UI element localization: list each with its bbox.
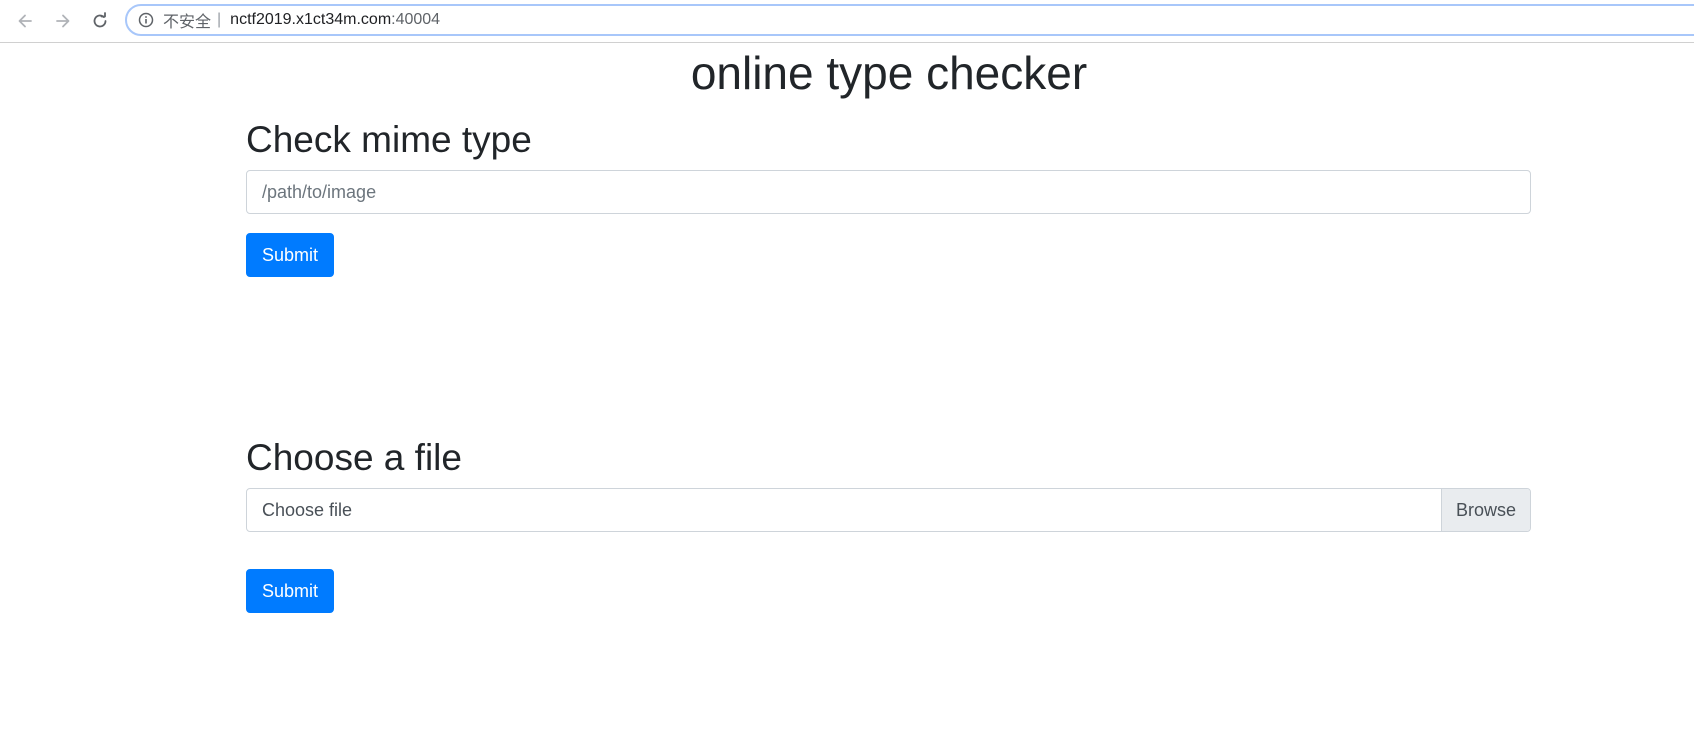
mime-section-heading: Check mime type (246, 119, 532, 160)
arrow-left-icon (18, 14, 32, 28)
url-host: nctf2019.x1ct34m.com (230, 11, 392, 28)
security-label: 不安全 (163, 14, 212, 31)
file-chooser[interactable]: Choose file Browse (246, 488, 1531, 532)
reload-button[interactable] (87, 8, 113, 34)
browse-button[interactable]: Browse (1441, 489, 1530, 531)
path-input[interactable] (246, 170, 1531, 214)
file-section-heading: Choose a file (246, 437, 462, 478)
reload-icon (93, 12, 107, 28)
arrow-right-icon (56, 14, 70, 28)
file-chooser-label: Choose file (262, 499, 353, 520)
file-submit-button[interactable]: Submit (246, 569, 334, 613)
back-button[interactable] (12, 8, 38, 34)
address-separator: | (217, 11, 222, 28)
forward-button[interactable] (50, 8, 76, 34)
mime-submit-button[interactable]: Submit (246, 233, 334, 277)
browser-toolbar: 不安全 | nctf2019.x1ct34m.com :40004 (0, 0, 1694, 43)
address-bar[interactable]: 不安全 | nctf2019.x1ct34m.com :40004 (125, 4, 1694, 36)
info-icon[interactable] (138, 12, 154, 28)
page-title: online type checker (690, 47, 1088, 99)
url-port: :40004 (391, 11, 441, 28)
